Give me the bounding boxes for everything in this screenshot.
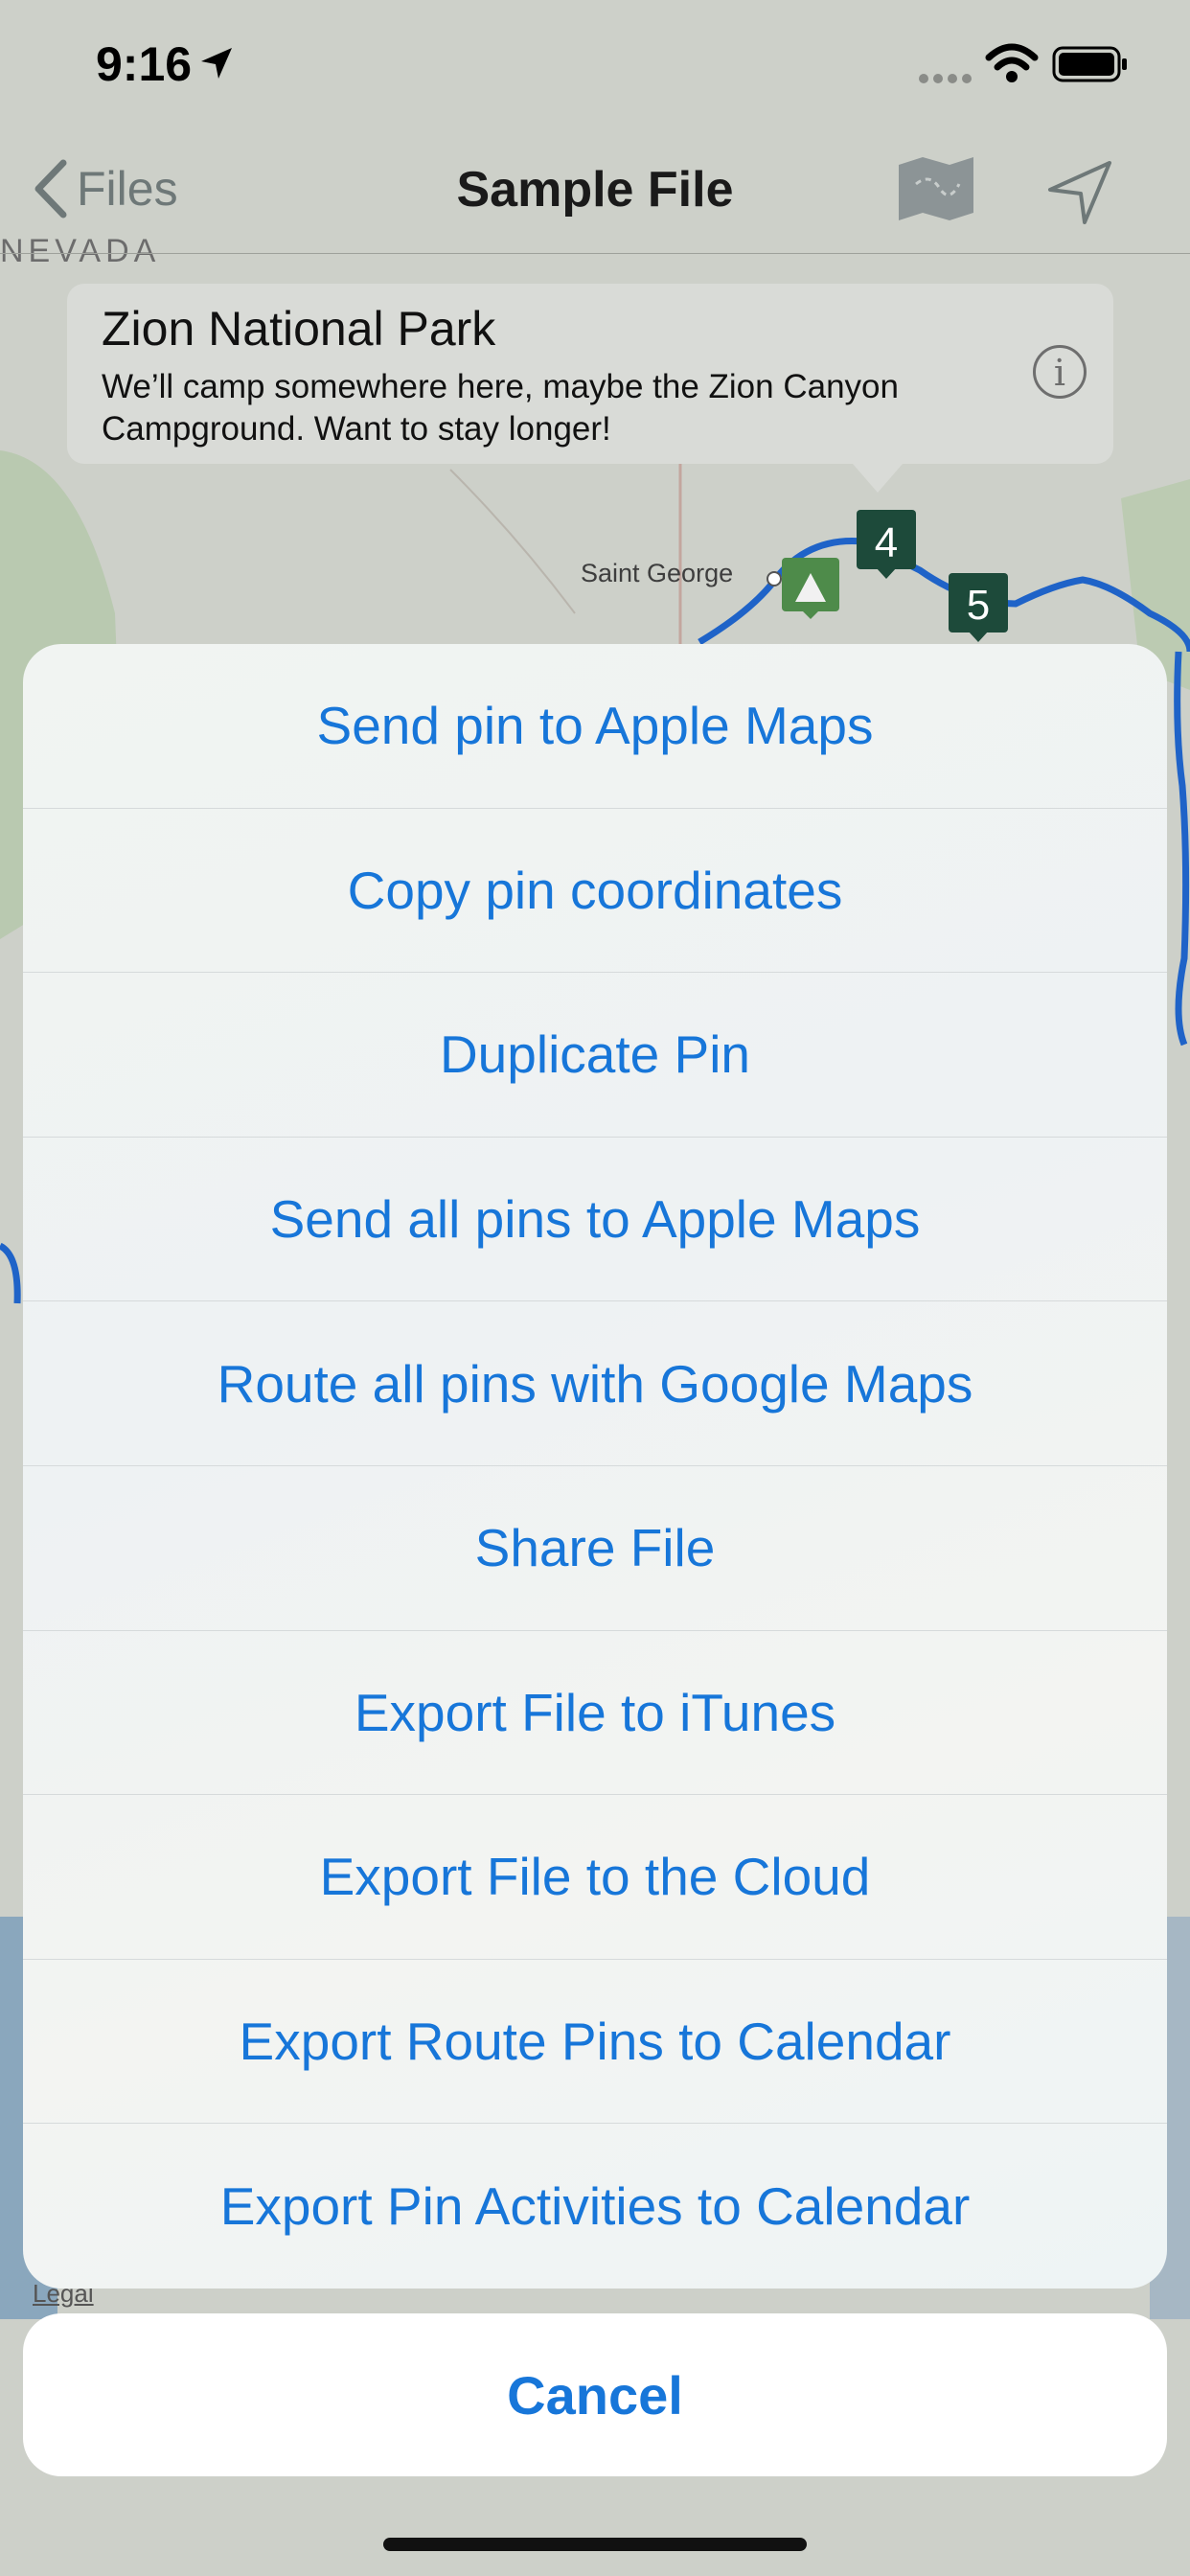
copy-pin-coordinates-button[interactable]: Copy pin coordinates bbox=[23, 809, 1167, 974]
page-title: Sample File bbox=[456, 162, 734, 218]
pin-callout[interactable]: Zion National Park We’ll camp somewhere … bbox=[67, 284, 1113, 464]
callout-description: We’ll camp somewhere here, maybe the Zio… bbox=[102, 368, 899, 448]
current-location-icon[interactable] bbox=[1046, 159, 1113, 226]
home-indicator[interactable] bbox=[383, 2538, 807, 2551]
callout-title: Zion National Park bbox=[102, 302, 496, 356]
cancel-button[interactable]: Cancel bbox=[23, 2313, 1167, 2476]
pin-5-label: 5 bbox=[967, 582, 990, 629]
wifi-icon bbox=[985, 43, 1039, 82]
send-pin-to-apple-maps-button[interactable]: Send pin to Apple Maps bbox=[23, 644, 1167, 809]
callout-pointer bbox=[853, 464, 903, 493]
info-icon[interactable]: i bbox=[1033, 345, 1087, 399]
share-file-button[interactable]: Share File bbox=[23, 1466, 1167, 1631]
navigation-bar: Files Sample File bbox=[0, 134, 1190, 254]
route-pin-4[interactable]: 4 bbox=[857, 510, 916, 579]
status-time: 9:16 bbox=[96, 37, 193, 91]
pin-4-label: 4 bbox=[875, 519, 898, 566]
action-sheet: Send pin to Apple Maps Copy pin coordina… bbox=[23, 644, 1167, 2288]
signal-icon bbox=[919, 74, 972, 83]
export-route-pins-calendar-button[interactable]: Export Route Pins to Calendar bbox=[23, 1960, 1167, 2125]
battery-icon bbox=[1052, 46, 1127, 82]
campground-marker[interactable] bbox=[782, 558, 839, 619]
export-pin-activities-calendar-button[interactable]: Export Pin Activities to Calendar bbox=[23, 2124, 1167, 2288]
route-pin-5[interactable]: 5 bbox=[949, 573, 1008, 642]
location-arrow-icon bbox=[201, 48, 232, 79]
send-all-pins-to-apple-maps-button[interactable]: Send all pins to Apple Maps bbox=[23, 1138, 1167, 1302]
export-file-itunes-button[interactable]: Export File to iTunes bbox=[23, 1631, 1167, 1796]
status-bar: 9:16 bbox=[0, 0, 1190, 134]
export-file-cloud-button[interactable]: Export File to the Cloud bbox=[23, 1795, 1167, 1960]
duplicate-pin-button[interactable]: Duplicate Pin bbox=[23, 973, 1167, 1138]
city-label: Saint George bbox=[581, 559, 733, 587]
map-icon[interactable] bbox=[897, 155, 975, 222]
route-all-pins-google-maps-button[interactable]: Route all pins with Google Maps bbox=[23, 1301, 1167, 1466]
